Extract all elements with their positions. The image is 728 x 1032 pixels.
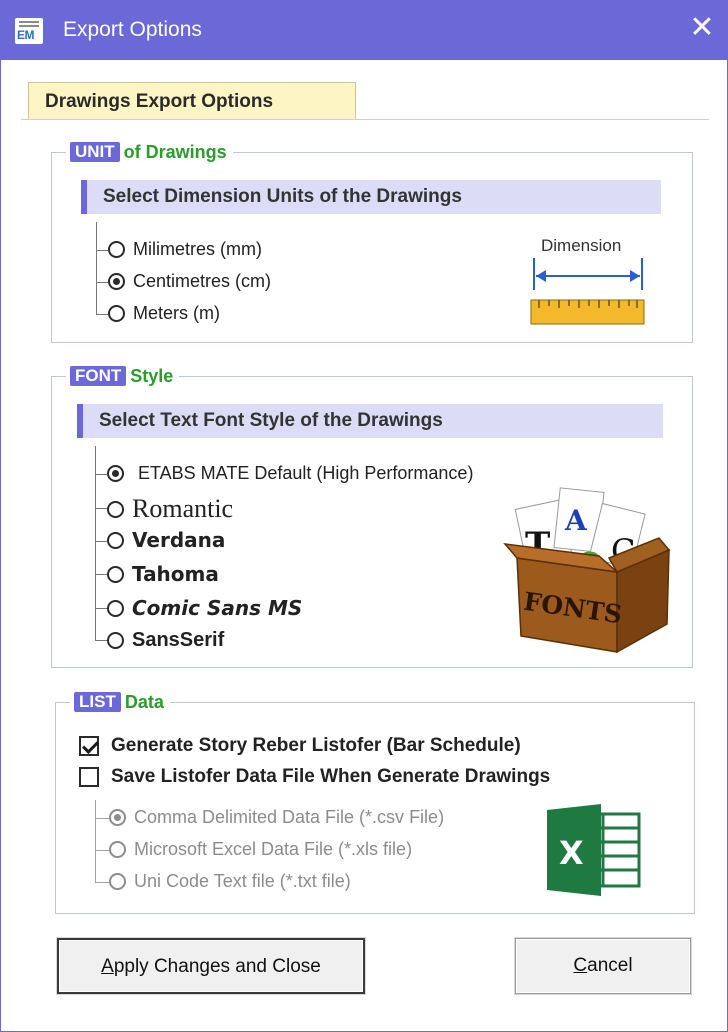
radio-button[interactable]: [108, 273, 125, 290]
radio-xls-file[interactable]: Microsoft Excel Data File (*.xls file): [109, 839, 412, 860]
radio-font-romantic[interactable]: Romantic: [107, 494, 233, 524]
radio-font-tahoma[interactable]: Tahoma: [107, 562, 219, 586]
cancel-button[interactable]: Cancel: [515, 938, 691, 994]
excel-icon: X: [545, 804, 641, 896]
radio-button[interactable]: [107, 632, 124, 649]
svg-text:X: X: [559, 834, 584, 872]
radio-button[interactable]: [109, 841, 126, 858]
checkbox[interactable]: [79, 767, 99, 787]
font-legend-tag: FONT: [70, 366, 127, 386]
font-legend-text: Style: [130, 365, 174, 386]
radio-button[interactable]: [108, 241, 125, 258]
title-bar: EM Export Options ✕: [1, 0, 728, 60]
radio-font-verdana[interactable]: Verdana: [107, 528, 225, 552]
window-title: Export Options: [63, 18, 202, 41]
checkbox-save-listofer-data[interactable]: Save Listofer Data File When Generate Dr…: [79, 766, 550, 788]
fonts-box-icon: T A O C FONTS: [499, 486, 675, 654]
checkbox[interactable]: [79, 736, 99, 756]
radio-button[interactable]: [107, 465, 124, 482]
unit-legend-text: of Drawings: [123, 141, 227, 162]
radio-button[interactable]: [107, 500, 124, 518]
radio-milimetres[interactable]: Milimetres (mm): [108, 239, 262, 260]
radio-font-sansserif[interactable]: SansSerif: [107, 629, 224, 652]
radio-button[interactable]: [107, 531, 124, 549]
list-group-legend: LIST Data: [70, 691, 170, 713]
radio-button[interactable]: [109, 873, 126, 890]
export-options-dialog: EM Export Options ✕ Drawings Export Opti…: [0, 0, 728, 1032]
radio-meters[interactable]: Meters (m): [108, 303, 220, 324]
font-section-header: Select Text Font Style of the Drawings: [77, 404, 663, 438]
radio-csv-file[interactable]: Comma Delimited Data File (*.csv File): [109, 807, 444, 828]
app-icon: EM: [15, 18, 43, 44]
list-legend-text: Data: [124, 691, 164, 712]
radio-button[interactable]: [109, 809, 126, 826]
radio-button[interactable]: [108, 305, 125, 322]
close-icon[interactable]: ✕: [686, 13, 718, 45]
radio-button[interactable]: [107, 565, 124, 583]
radio-font-default[interactable]: ETABS MATE Default (High Performance): [107, 463, 473, 484]
tab-drawings-export-options[interactable]: Drawings Export Options: [28, 82, 356, 120]
unit-legend-tag: UNIT: [70, 142, 120, 162]
dimension-ruler-icon: Dimension: [527, 236, 647, 328]
unit-section-header: Select Dimension Units of the Drawings: [81, 180, 661, 214]
radio-txt-file[interactable]: Uni Code Text file (*.txt file): [109, 871, 351, 892]
unit-group-legend: UNIT of Drawings: [66, 141, 233, 163]
font-group-legend: FONT Style: [66, 365, 180, 387]
apply-changes-and-close-button[interactable]: Apply Changes and Close: [57, 938, 365, 994]
checkbox-generate-bar-schedule[interactable]: Generate Story Reber Listofer (Bar Sched…: [79, 735, 521, 757]
radio-centimetres[interactable]: Centimetres (cm): [108, 271, 271, 292]
svg-text:A: A: [564, 504, 588, 537]
radio-font-comic-sans[interactable]: Comic Sans MS: [107, 596, 302, 620]
list-legend-tag: LIST: [74, 692, 121, 712]
radio-button[interactable]: [107, 599, 124, 617]
